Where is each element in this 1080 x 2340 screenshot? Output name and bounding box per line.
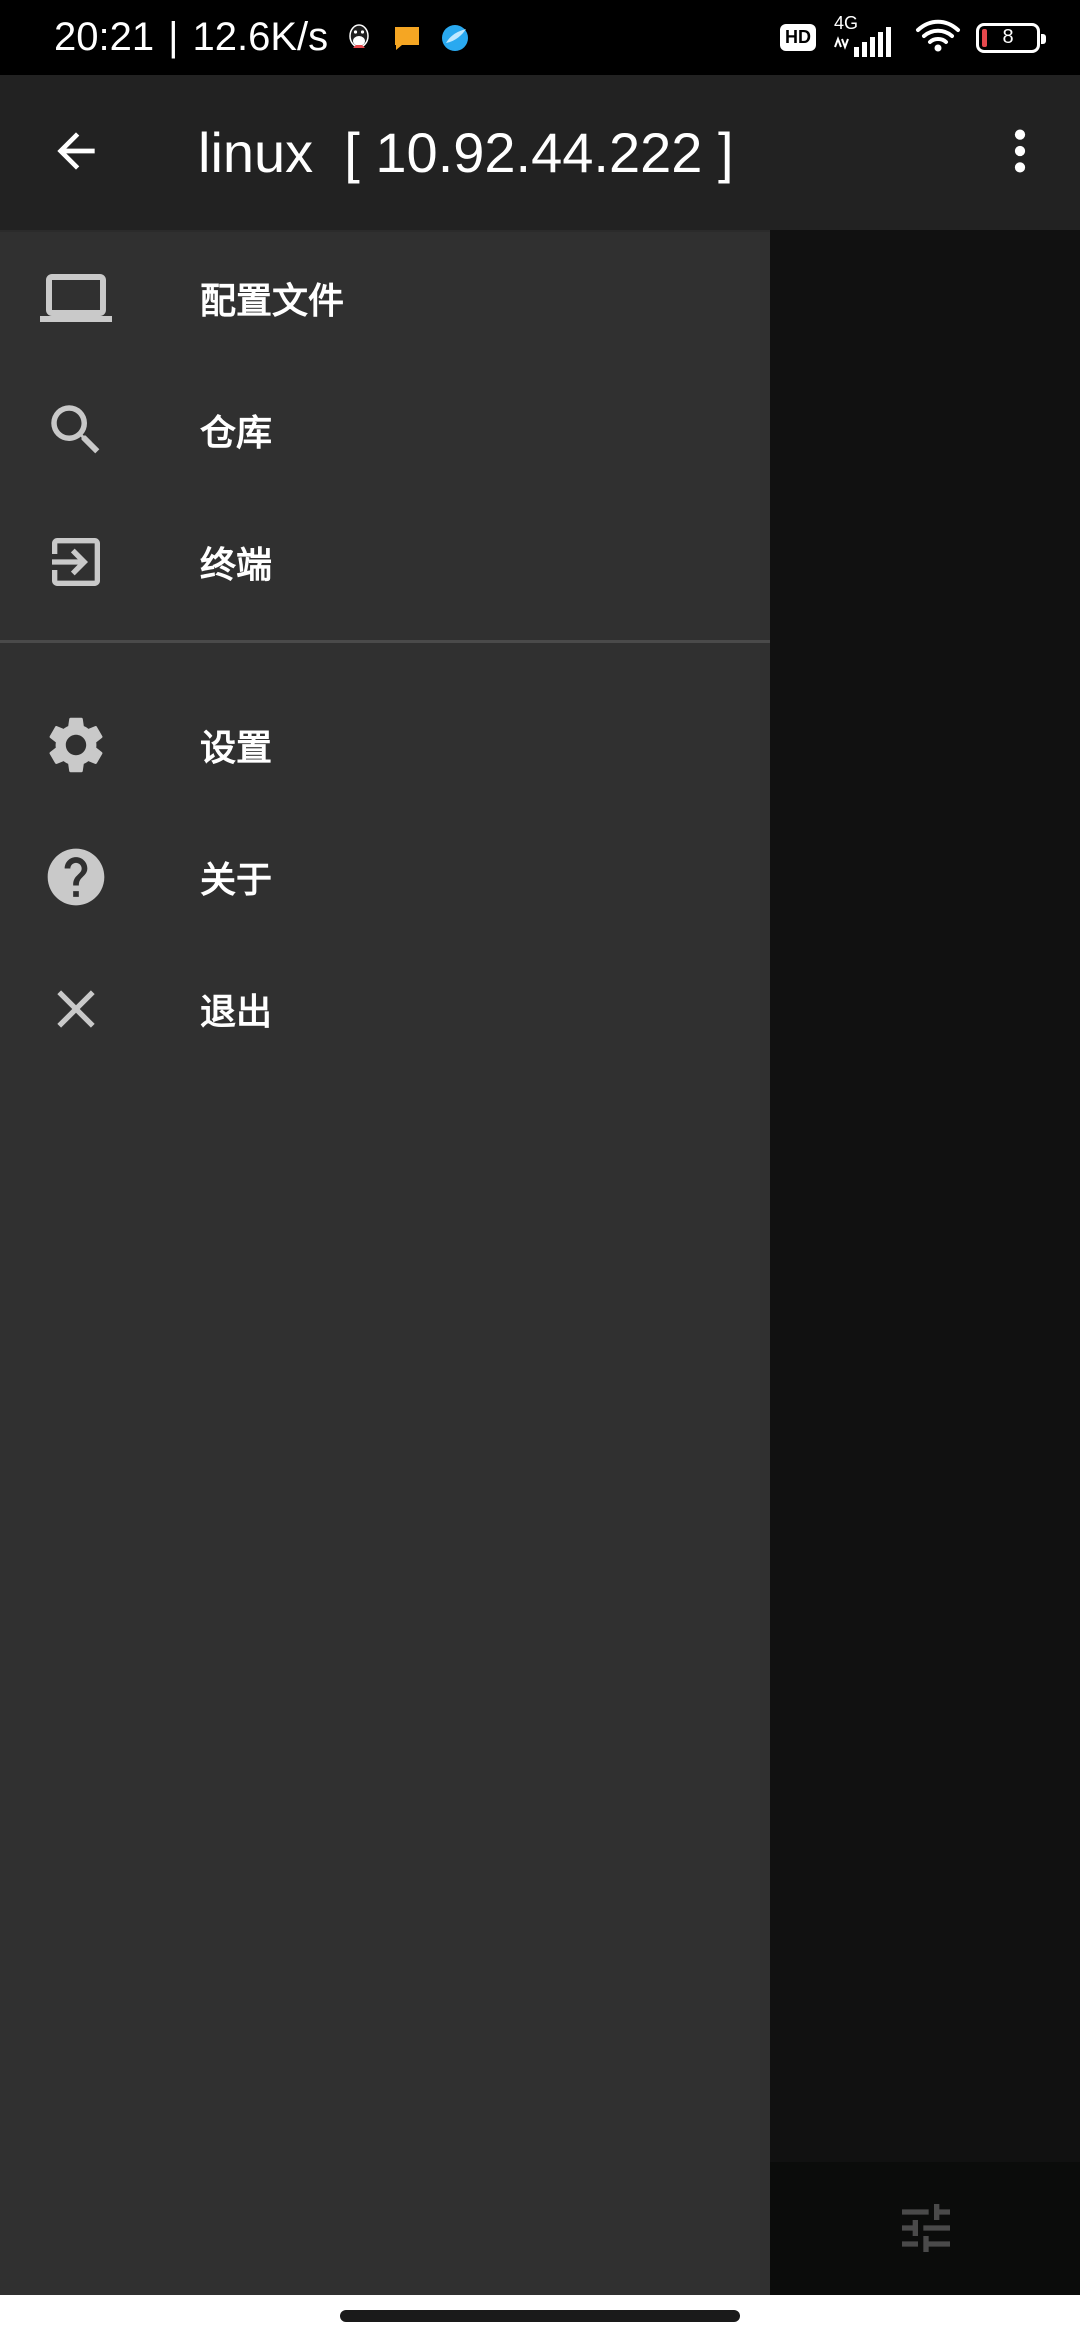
menu-item-label: 终端 xyxy=(200,545,273,586)
screen: 20:21 | 12.6K/s HD 4G 8 linux [10.92.44… xyxy=(0,0,1080,2340)
menu-item-settings[interactable]: 设置 xyxy=(0,679,770,811)
menu-item-exit[interactable]: 退出 xyxy=(0,943,770,1075)
menu-item-label: 设置 xyxy=(200,728,273,769)
menu-item-label: 仓库 xyxy=(200,413,273,454)
close-icon xyxy=(40,973,112,1045)
status-bar: 20:21 | 12.6K/s HD 4G 8 xyxy=(0,0,1080,75)
status-right: HD 4G 8 xyxy=(780,0,1046,75)
tune-button[interactable] xyxy=(890,2192,962,2264)
tune-icon xyxy=(902,2204,950,2252)
status-speed: 12.6K/s xyxy=(192,15,329,59)
battery-icon: 8 xyxy=(976,22,1046,53)
menu-item-config[interactable]: 配置文件 xyxy=(0,232,770,364)
exit-to-app-icon xyxy=(40,526,112,598)
more-options-button[interactable] xyxy=(984,115,1056,187)
status-left: 20:21 | 12.6K/s xyxy=(54,0,472,75)
message-icon xyxy=(390,21,424,55)
search-icon xyxy=(40,394,112,466)
gear-icon xyxy=(40,709,112,781)
wifi-icon xyxy=(914,16,962,60)
navigation-drawer: 配置文件 仓库 终端 设置 关于 退出 xyxy=(0,230,770,2297)
arrow-back-icon xyxy=(57,132,95,170)
menu-item-label: 配置文件 xyxy=(200,281,345,322)
laptop-icon xyxy=(40,262,112,334)
app-bar: linux [ 10.92.44.222 ] xyxy=(0,75,1080,230)
menu-item-repository[interactable]: 仓库 xyxy=(0,364,770,496)
battery-level: 8 xyxy=(1002,26,1014,48)
page-title: linux [ 10.92.44.222 ] xyxy=(198,121,734,184)
gesture-handle[interactable] xyxy=(340,2310,740,2322)
more-vert-icon xyxy=(1014,129,1026,173)
status-separator: | xyxy=(168,15,179,59)
qq-icon xyxy=(342,21,376,55)
battery-fill xyxy=(982,28,987,47)
menu-group-main: 配置文件 仓库 终端 xyxy=(0,232,770,628)
menu-item-terminal[interactable]: 终端 xyxy=(0,496,770,628)
status-time: 20:21 xyxy=(54,15,155,59)
system-nav-bar xyxy=(0,2295,1080,2340)
menu-item-label: 退出 xyxy=(200,992,273,1033)
bottom-toolbar xyxy=(770,2162,1080,2295)
menu-group-secondary: 设置 关于 退出 xyxy=(0,679,770,1075)
browser-icon xyxy=(438,21,472,55)
divider xyxy=(0,640,770,643)
help-icon xyxy=(40,841,112,913)
menu-item-label: 关于 xyxy=(200,860,273,901)
menu-item-about[interactable]: 关于 xyxy=(0,811,770,943)
signal-icon: 4G xyxy=(830,13,900,63)
hd-badge: HD xyxy=(780,24,816,51)
back-button[interactable] xyxy=(40,115,112,187)
